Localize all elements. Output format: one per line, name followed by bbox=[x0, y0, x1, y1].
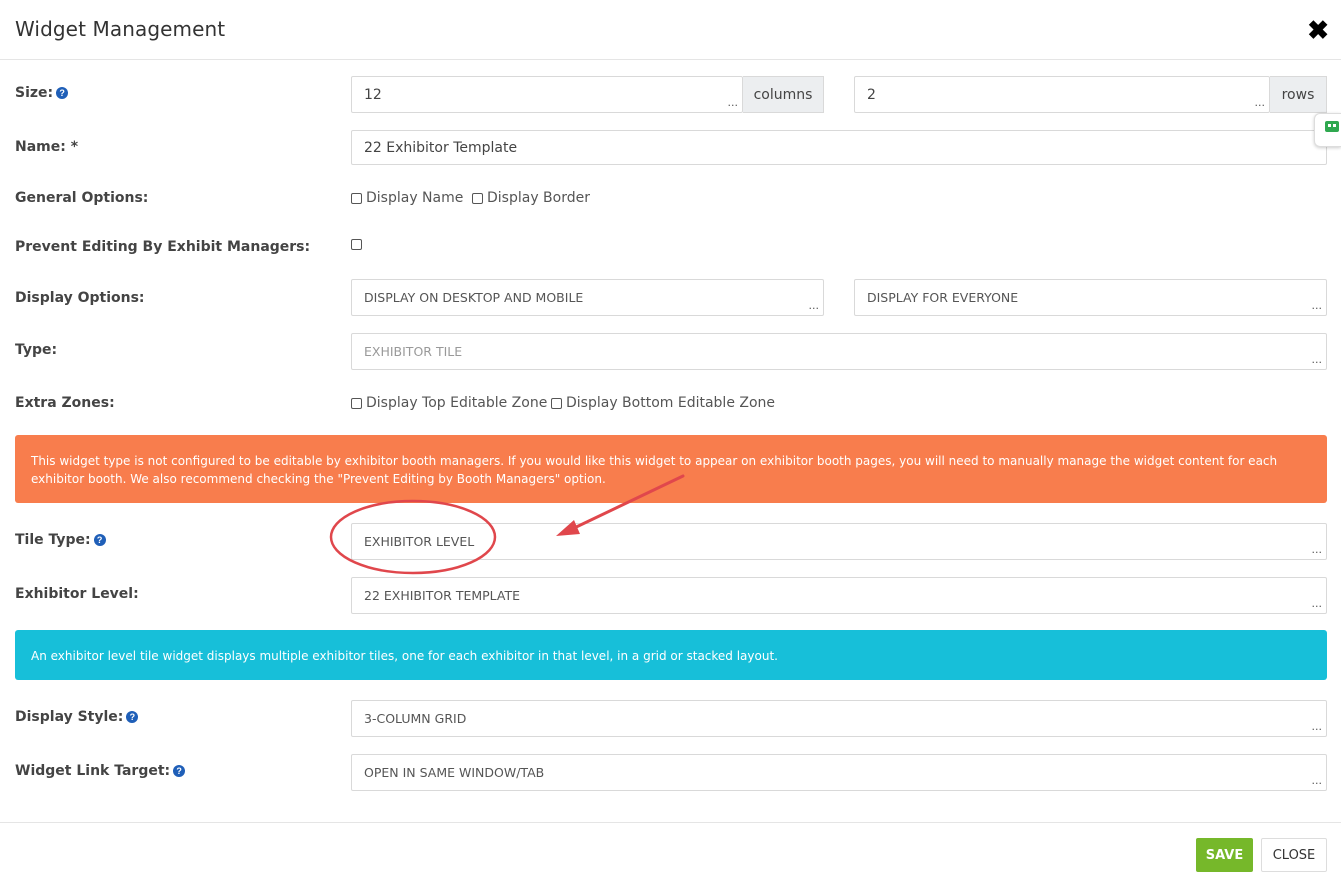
ellipsis-icon: ... bbox=[1311, 543, 1323, 556]
exhibitor-level-value: 22 EXHIBITOR TEMPLATE bbox=[364, 588, 521, 603]
help-icon[interactable]: ? bbox=[93, 534, 106, 546]
top-zone-label: Display Top Editable Zone bbox=[366, 395, 548, 411]
rows-input[interactable]: 2... bbox=[854, 76, 1270, 113]
display-border-checkbox[interactable]: Display Border bbox=[472, 190, 590, 206]
tile-type-select[interactable]: EXHIBITOR LEVEL... bbox=[351, 523, 1327, 560]
device-value: DISPLAY ON DESKTOP AND MOBILE bbox=[364, 290, 584, 305]
device-select[interactable]: DISPLAY ON DESKTOP AND MOBILE... bbox=[351, 279, 824, 316]
save-button[interactable]: SAVE bbox=[1196, 838, 1253, 872]
display-style-value: 3-COLUMN GRID bbox=[364, 711, 467, 726]
display-name-checkbox[interactable]: Display Name bbox=[351, 190, 463, 206]
audience-select[interactable]: DISPLAY FOR EVERYONE... bbox=[854, 279, 1327, 316]
extra-zones-label: Extra Zones: bbox=[15, 395, 115, 411]
columns-input[interactable]: 12... bbox=[351, 76, 743, 113]
info-alert: An exhibitor level tile widget displays … bbox=[15, 630, 1327, 680]
display-style-select[interactable]: 3-COLUMN GRID... bbox=[351, 700, 1327, 737]
display-border-label: Display Border bbox=[487, 190, 590, 206]
audience-value: DISPLAY FOR EVERYONE bbox=[867, 290, 1019, 305]
modal-title: Widget Management bbox=[15, 17, 226, 41]
checkbox-box[interactable] bbox=[351, 192, 362, 204]
columns-value: 12 bbox=[364, 86, 382, 103]
display-name-label: Display Name bbox=[366, 190, 464, 206]
ellipsis-icon: ... bbox=[1311, 720, 1323, 733]
chat-icon bbox=[1325, 121, 1339, 132]
name-input[interactable]: 22 Exhibitor Template bbox=[351, 130, 1327, 165]
name-value: 22 Exhibitor Template bbox=[364, 139, 518, 156]
checkbox-box[interactable] bbox=[351, 397, 362, 409]
display-style-label-text: Display Style: bbox=[15, 709, 124, 725]
ellipsis-icon: ... bbox=[808, 299, 820, 312]
side-tab[interactable] bbox=[1314, 113, 1341, 147]
ellipsis-icon: ... bbox=[1311, 299, 1323, 312]
modal-footer bbox=[0, 822, 1341, 823]
checkbox-box[interactable] bbox=[351, 239, 362, 250]
help-icon[interactable]: ? bbox=[56, 87, 69, 99]
close-button[interactable]: CLOSE bbox=[1261, 838, 1327, 872]
rows-value: 2 bbox=[867, 86, 876, 103]
link-target-value: OPEN IN SAME WINDOW/TAB bbox=[364, 765, 545, 780]
display-style-label: Display Style:? bbox=[15, 709, 139, 725]
bottom-zone-label: Display Bottom Editable Zone bbox=[566, 395, 776, 411]
link-target-label-text: Widget Link Target: bbox=[15, 763, 171, 779]
checkbox-box[interactable] bbox=[551, 397, 562, 409]
tile-type-label: Tile Type:? bbox=[15, 532, 106, 548]
warning-alert: This widget type is not configured to be… bbox=[15, 435, 1327, 503]
modal-header: Widget Management ✖ bbox=[0, 0, 1341, 60]
ellipsis-icon: ... bbox=[1311, 353, 1323, 366]
help-icon[interactable]: ? bbox=[173, 765, 186, 777]
size-label: Size:? bbox=[15, 85, 69, 101]
general-options-label: General Options: bbox=[15, 190, 149, 206]
link-target-label: Widget Link Target:? bbox=[15, 763, 186, 779]
type-select: EXHIBITOR TILE... bbox=[351, 333, 1327, 370]
name-label: Name: * bbox=[15, 139, 79, 155]
rows-addon: rows bbox=[1270, 76, 1327, 113]
link-target-select[interactable]: OPEN IN SAME WINDOW/TAB... bbox=[351, 754, 1327, 791]
tile-type-label-text: Tile Type: bbox=[15, 532, 91, 548]
help-icon[interactable]: ? bbox=[126, 711, 139, 723]
checkbox-box[interactable] bbox=[472, 192, 483, 204]
top-zone-checkbox[interactable]: Display Top Editable Zone bbox=[351, 395, 547, 411]
tile-type-value: EXHIBITOR LEVEL bbox=[364, 534, 475, 549]
size-label-text: Size: bbox=[15, 85, 54, 101]
prevent-editing-label: Prevent Editing By Exhibit Managers: bbox=[15, 239, 311, 255]
type-value: EXHIBITOR TILE bbox=[364, 344, 463, 359]
display-options-label: Display Options: bbox=[15, 290, 145, 306]
ellipsis-icon: ... bbox=[1311, 774, 1323, 787]
bottom-zone-checkbox[interactable]: Display Bottom Editable Zone bbox=[551, 395, 775, 411]
type-label: Type: bbox=[15, 342, 58, 358]
ellipsis-icon: ... bbox=[727, 96, 739, 109]
ellipsis-icon: ... bbox=[1311, 597, 1323, 610]
ellipsis-icon: ... bbox=[1254, 96, 1266, 109]
exhibitor-level-select[interactable]: 22 EXHIBITOR TEMPLATE... bbox=[351, 577, 1327, 614]
exhibitor-level-label: Exhibitor Level: bbox=[15, 586, 139, 602]
prevent-editing-checkbox[interactable] bbox=[351, 239, 366, 250]
close-icon[interactable]: ✖ bbox=[1307, 17, 1329, 43]
columns-addon: columns bbox=[743, 76, 824, 113]
